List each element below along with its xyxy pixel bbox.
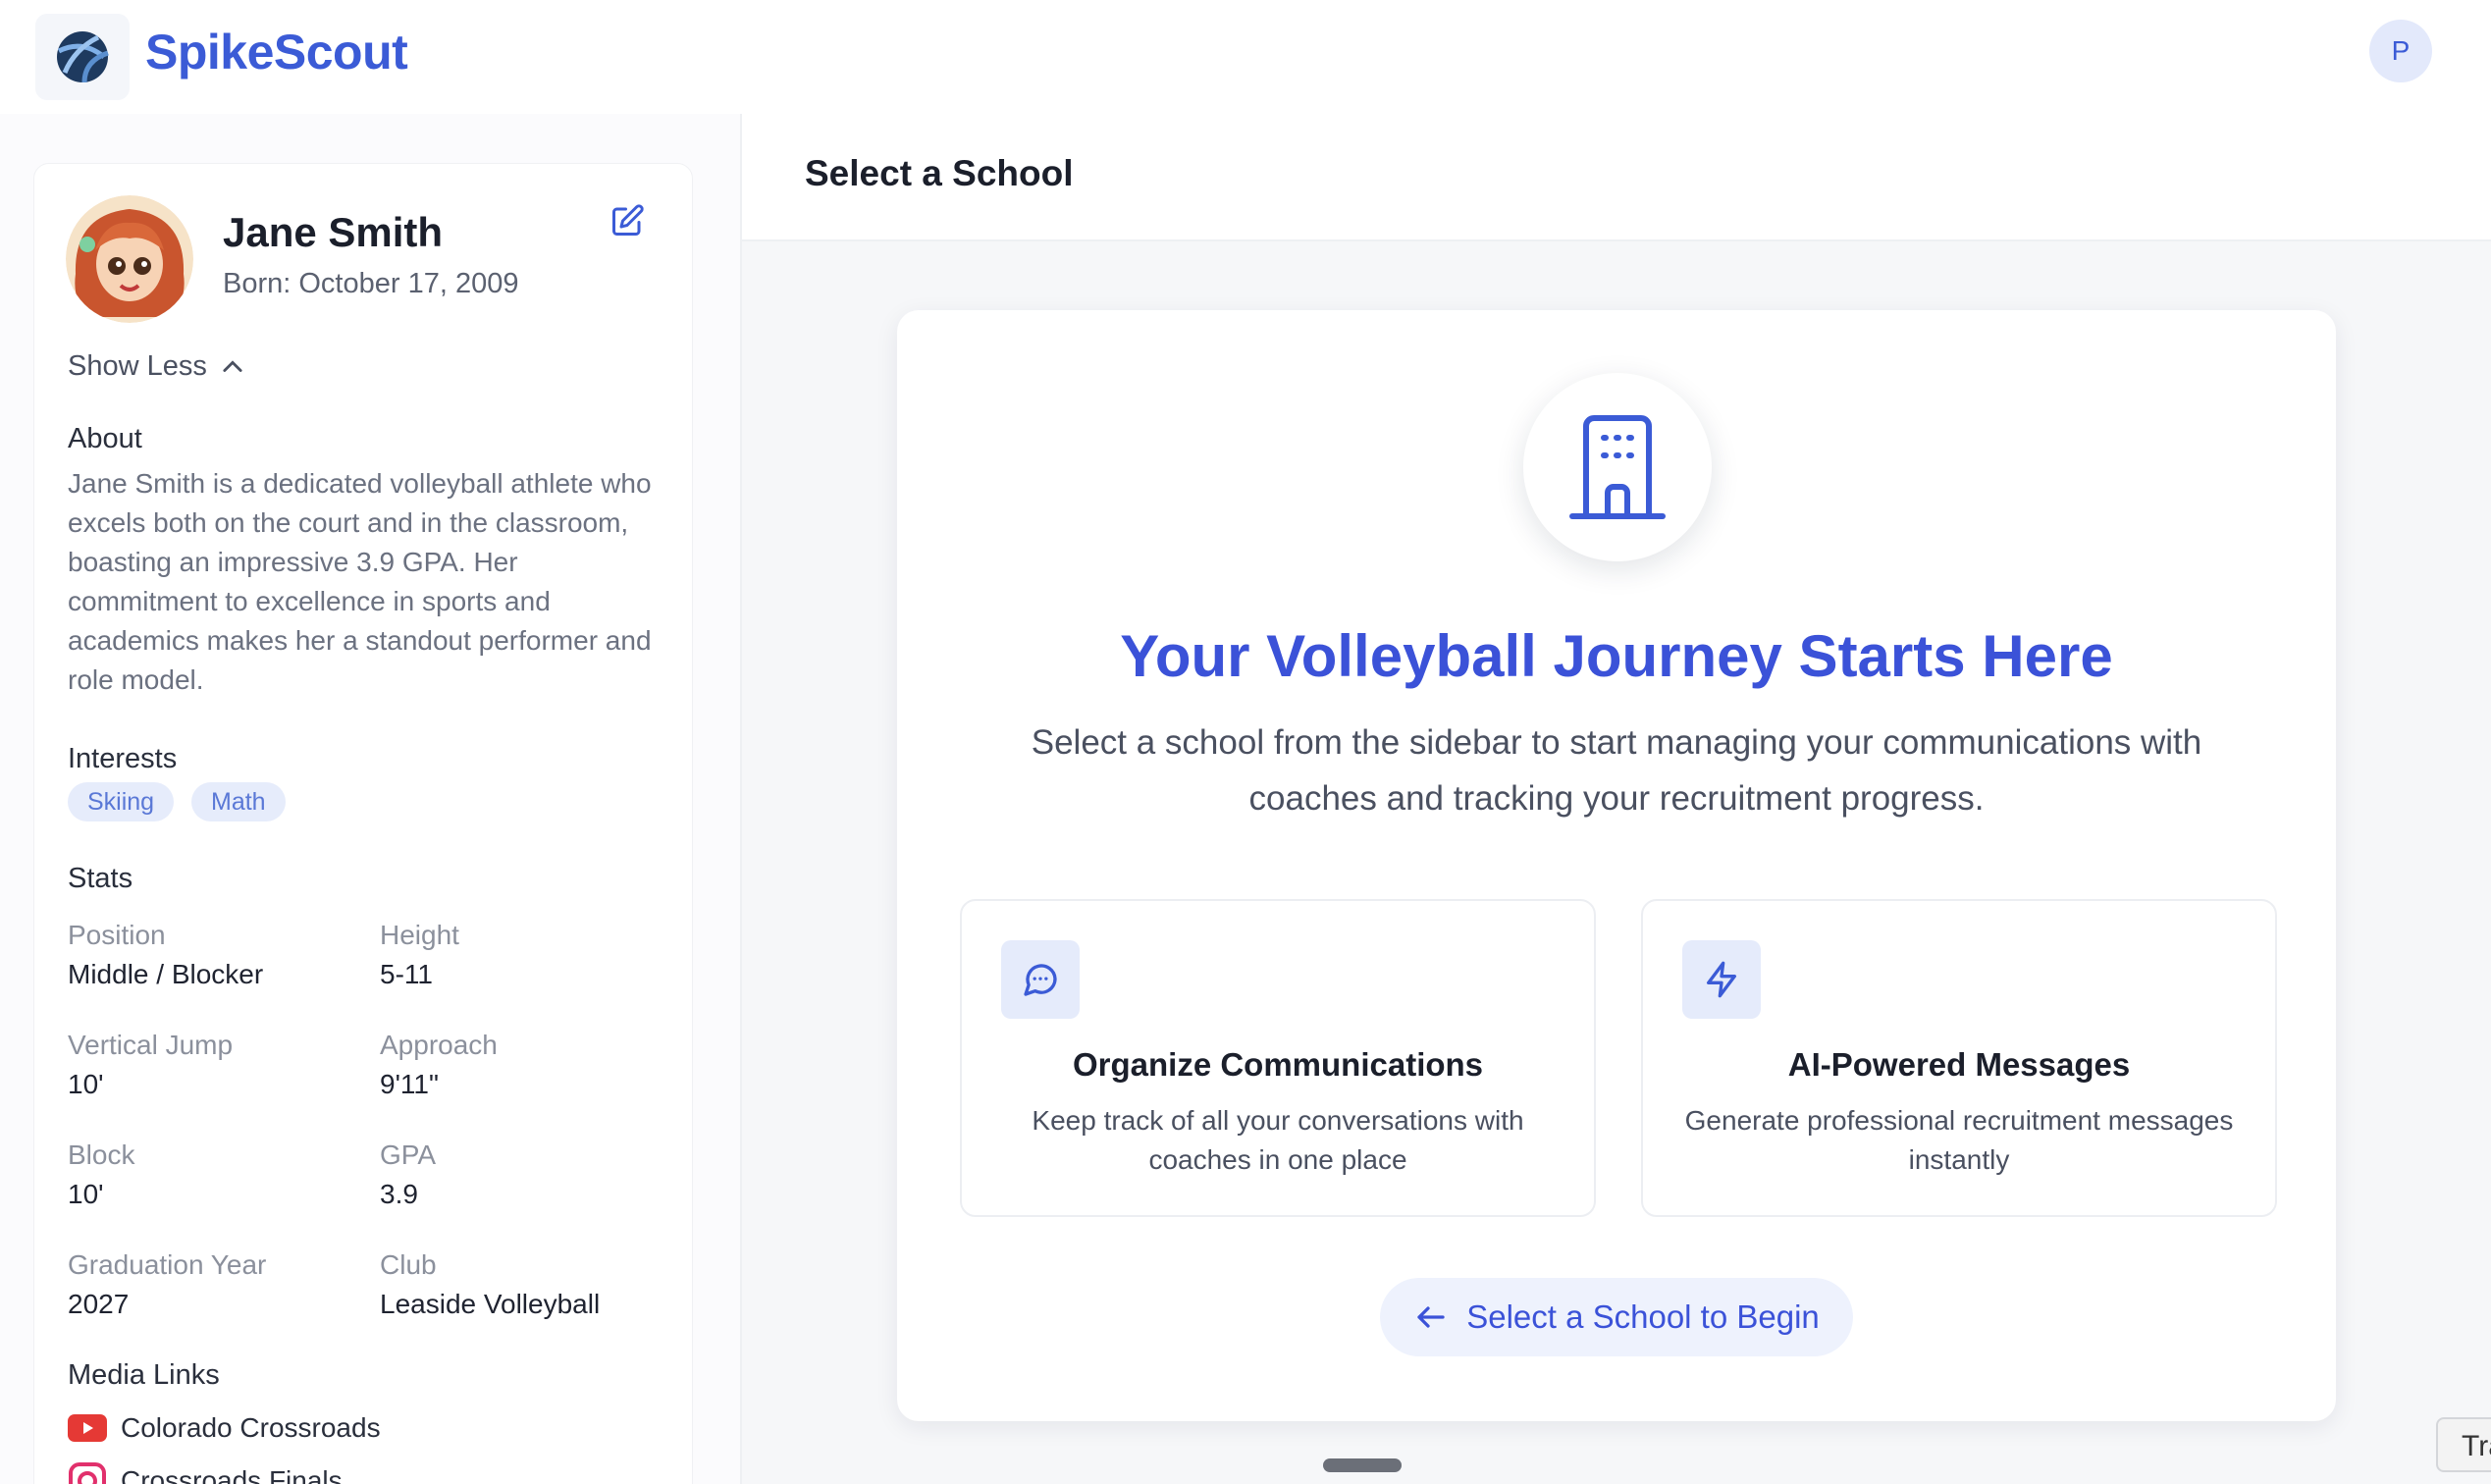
feature-icon-box bbox=[1001, 940, 1080, 1019]
show-less-toggle[interactable]: Show Less bbox=[68, 350, 246, 383]
scroll-handle[interactable] bbox=[1323, 1458, 1402, 1472]
translate-tab[interactable]: Tra bbox=[2436, 1417, 2491, 1472]
stat-label: Block bbox=[68, 1140, 135, 1170]
stat-value: Leaside Volleyball bbox=[380, 1289, 601, 1319]
stat-value: Middle / Blocker bbox=[68, 959, 264, 989]
profile-name: Jane Smith bbox=[223, 209, 444, 255]
main-content: Your Volleyball Journey Starts Here Sele… bbox=[742, 241, 2491, 1484]
show-less-label: Show Less bbox=[68, 350, 207, 382]
arrow-left-icon bbox=[1417, 1306, 1445, 1328]
stat-label: Club bbox=[380, 1249, 437, 1280]
profile-card: Jane Smith Born: October 17, 2009 Show L… bbox=[33, 163, 693, 1484]
interest-chip: Skiing bbox=[68, 782, 175, 822]
stat-value: 2027 bbox=[68, 1289, 130, 1319]
media-link-youtube[interactable]: Colorado Crossroads bbox=[68, 1412, 381, 1444]
stat-label: Vertical Jump bbox=[68, 1030, 234, 1060]
hero-icon-circle bbox=[1523, 373, 1712, 561]
brand-name[interactable]: SpikeScout bbox=[145, 24, 408, 80]
feature-title: Organize Communications bbox=[1072, 1046, 1484, 1083]
page-title: Select a School bbox=[805, 153, 1074, 193]
stat-label: Graduation Year bbox=[68, 1249, 267, 1280]
stat-value: 9'11" bbox=[380, 1069, 439, 1099]
media-link-instagram[interactable]: Crossroads Finals bbox=[68, 1461, 343, 1484]
instagram-icon bbox=[69, 1462, 106, 1484]
stat-label: GPA bbox=[380, 1140, 437, 1170]
stat-value: 10' bbox=[68, 1179, 104, 1209]
stat-label: Approach bbox=[380, 1030, 498, 1060]
edit-profile-button[interactable] bbox=[610, 203, 653, 246]
top-header: SpikeScout P bbox=[0, 0, 2491, 116]
volleyball-icon bbox=[57, 31, 109, 83]
profile-birthdate: Born: October 17, 2009 bbox=[223, 268, 519, 299]
select-school-button-label: Select a School to Begin bbox=[1466, 1298, 1820, 1335]
avatar bbox=[66, 195, 193, 323]
media-link-label: Crossroads Finals bbox=[121, 1465, 343, 1484]
stat-value: 3.9 bbox=[380, 1179, 418, 1209]
stat-label: Position bbox=[68, 920, 166, 950]
select-school-button[interactable]: Select a School to Begin bbox=[1380, 1278, 1853, 1356]
logo[interactable] bbox=[35, 14, 130, 100]
stat-label: Height bbox=[380, 920, 459, 950]
lightning-icon bbox=[1707, 961, 1736, 998]
welcome-card: Your Volleyball Journey Starts Here Sele… bbox=[897, 310, 2336, 1421]
user-avatar[interactable]: P bbox=[2369, 20, 2432, 82]
stats-title: Stats bbox=[68, 863, 133, 894]
feature-card-communications: Organize Communications Keep track of al… bbox=[960, 899, 1596, 1217]
feature-description: Generate professional recruitment messag… bbox=[1684, 1105, 2234, 1175]
interests-title: Interests bbox=[68, 743, 178, 774]
feature-card-ai-messages: AI-Powered Messages Generate professiona… bbox=[1641, 899, 2277, 1217]
stat-value: 10' bbox=[68, 1069, 104, 1099]
stat-value: 5-11 bbox=[380, 959, 433, 989]
edit-icon bbox=[612, 204, 644, 236]
hero-subtitle: Select a school from the sidebar to star… bbox=[1031, 723, 2202, 818]
feature-description: Keep track of all your conversations wit… bbox=[1032, 1105, 1524, 1175]
media-links-title: Media Links bbox=[68, 1359, 220, 1391]
feature-icon-box bbox=[1682, 940, 1761, 1019]
chevron-up-icon bbox=[223, 359, 242, 372]
media-link-label: Colorado Crossroads bbox=[121, 1412, 381, 1443]
chat-icon bbox=[1024, 964, 1057, 996]
about-title: About bbox=[68, 423, 142, 454]
interest-chip: Math bbox=[191, 782, 286, 822]
feature-title: AI-Powered Messages bbox=[1787, 1046, 2131, 1083]
youtube-icon bbox=[68, 1414, 107, 1442]
hero-title: Your Volleyball Journey Starts Here bbox=[1120, 623, 2113, 689]
sidebar: Jane Smith Born: October 17, 2009 Show L… bbox=[0, 114, 742, 1484]
building-icon bbox=[1569, 415, 1666, 519]
main-header: Select a School bbox=[742, 114, 2491, 241]
about-text: Jane Smith is a dedicated volleyball ath… bbox=[68, 468, 652, 695]
